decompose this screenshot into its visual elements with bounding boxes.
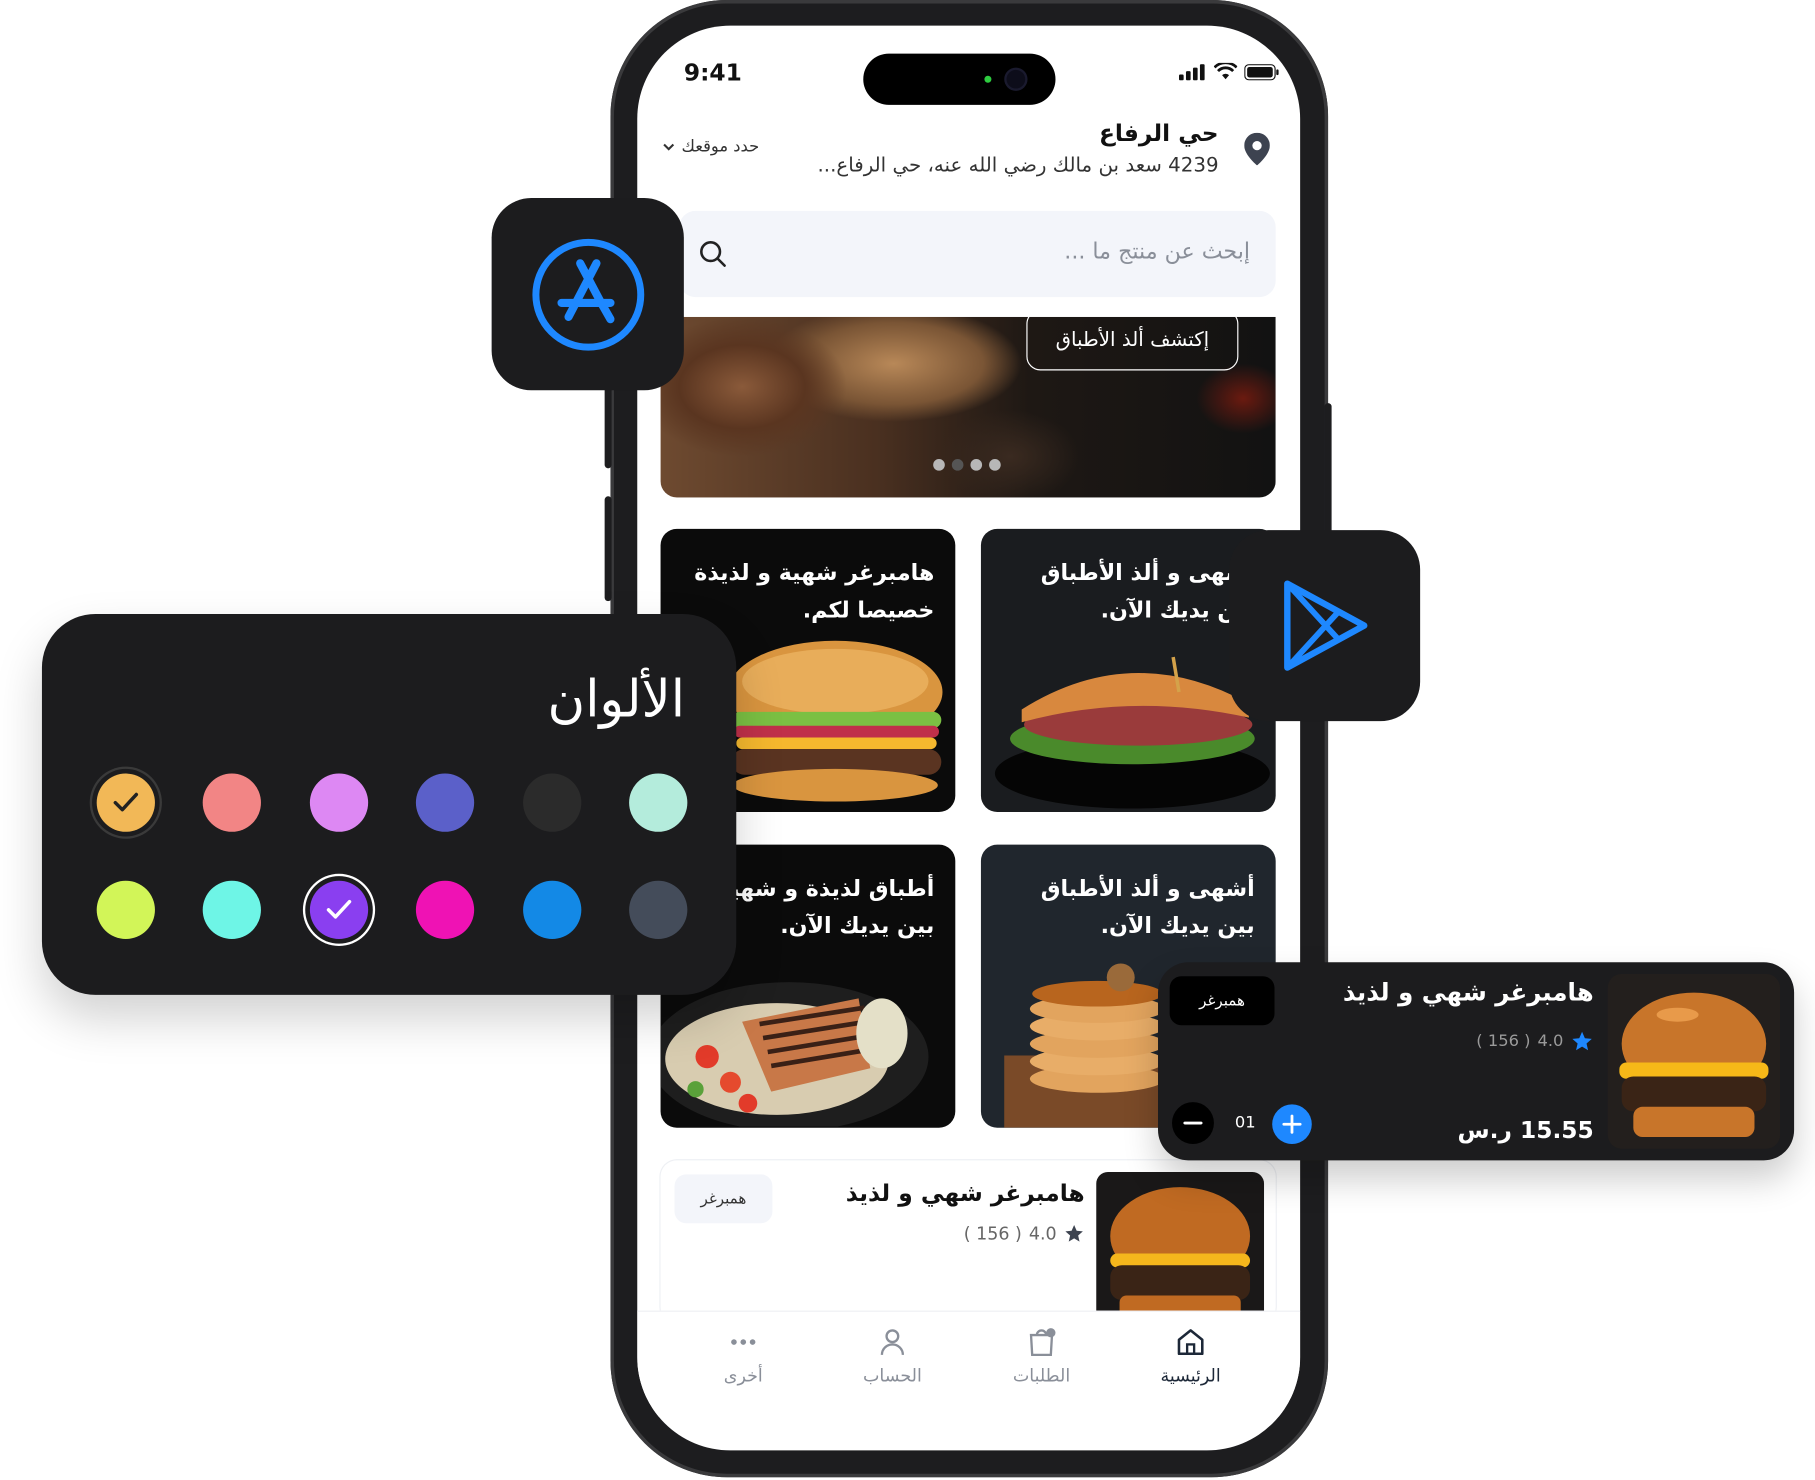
camera-indicator xyxy=(984,75,992,83)
status-icons xyxy=(1178,62,1279,81)
color-swatch[interactable] xyxy=(96,880,155,939)
colors-panel: الألوان xyxy=(41,613,737,995)
volume-down-button xyxy=(604,496,612,602)
battery-icon xyxy=(1244,64,1279,81)
color-swatch[interactable] xyxy=(202,773,261,832)
search-placeholder[interactable]: إبحث عن منتج ما ... xyxy=(1064,239,1250,265)
product-rating: ( 156 ) 4.0 xyxy=(964,1223,1085,1244)
color-swatch[interactable] xyxy=(309,880,369,939)
tab-more[interactable]: أخرى xyxy=(691,1326,796,1387)
color-swatch[interactable] xyxy=(202,880,261,939)
location-title: حي الرفاع xyxy=(1098,118,1219,147)
minus-icon xyxy=(1183,1121,1203,1125)
floating-product-tag[interactable]: همبرغر xyxy=(1169,976,1275,1026)
hero-banner[interactable]: إكتشف ألذ الأطباق xyxy=(660,316,1276,498)
burger-image xyxy=(728,640,943,802)
floating-product-rating-value: 4.0 xyxy=(1537,1032,1564,1051)
tab-label: الرئيسية xyxy=(1160,1365,1221,1387)
product-image xyxy=(1096,1171,1265,1324)
front-camera xyxy=(1006,69,1026,89)
product-name: هامبرغر شهي و لذيذ xyxy=(845,1178,1085,1207)
dynamic-island xyxy=(863,53,1056,105)
quantity-value: 01 xyxy=(1234,1113,1256,1133)
location-select[interactable]: حدد موقعك xyxy=(663,137,759,156)
increase-quantity-button[interactable] xyxy=(1272,1104,1312,1145)
carousel-dot[interactable] xyxy=(951,459,964,471)
signal-icon xyxy=(1178,64,1205,81)
product-category-tag[interactable]: همبرغر xyxy=(674,1174,773,1224)
chevron-down-icon xyxy=(663,143,675,151)
carousel-dot[interactable] xyxy=(989,459,1001,471)
phone-screen: 9:41 حي الرفاع 4239 سعد بن مالك رضي الله… xyxy=(637,25,1301,1451)
floating-product-name: هامبرغر شهي و لذيذ xyxy=(1342,978,1594,1007)
carousel-dot[interactable] xyxy=(933,459,945,471)
power-button xyxy=(1324,403,1332,543)
tab-orders[interactable]: الطلبات xyxy=(989,1326,1094,1387)
location-select-label: حدد موقعك xyxy=(681,137,760,157)
tab-account[interactable]: الحساب xyxy=(840,1326,945,1387)
app-store-icon xyxy=(532,238,645,351)
product-reviews: ( 156 ) xyxy=(963,1223,1022,1245)
tab-label: أخرى xyxy=(723,1365,763,1387)
floating-product-image xyxy=(1607,973,1781,1149)
colors-panel-title: الألوان xyxy=(547,669,686,730)
product-card[interactable]: هامبرغر شهي و لذيذ ( 156 ) 4.0 همبرغر xyxy=(660,1160,1276,1324)
color-swatch[interactable] xyxy=(523,880,582,939)
carousel-dot[interactable] xyxy=(970,459,983,471)
color-swatch[interactable] xyxy=(523,773,582,832)
tab-label: الحساب xyxy=(862,1365,922,1387)
check-icon xyxy=(326,899,352,919)
search-bar[interactable]: إبحث عن منتج ما ... xyxy=(679,210,1276,298)
product-rating-value: 4.0 xyxy=(1028,1223,1057,1245)
google-play-icon xyxy=(1284,580,1368,671)
floating-product-rating: ( 156 ) 4.0 xyxy=(1476,1030,1593,1053)
decrease-quantity-button[interactable] xyxy=(1171,1102,1214,1145)
location-address: 4239 سعد بن مالك رضي الله عنه، حي الرفاع… xyxy=(817,153,1219,178)
orders-icon xyxy=(1029,1328,1056,1357)
color-swatch[interactable] xyxy=(415,880,475,939)
search-icon[interactable] xyxy=(698,239,728,274)
promo-card-text: أشهى و ألذ الأطباق بين يديك الآن. xyxy=(1040,876,1255,939)
plus-icon xyxy=(1282,1114,1302,1134)
location-pin-icon xyxy=(1244,132,1270,170)
tab-home[interactable]: الرئيسية xyxy=(1138,1326,1243,1387)
discover-button[interactable]: إكتشف ألذ الأطباق xyxy=(1026,316,1239,371)
star-icon xyxy=(1572,1031,1592,1051)
volume-up-button xyxy=(604,384,612,469)
floating-product-price: 15.55 ر.س xyxy=(1457,1116,1594,1145)
more-icon xyxy=(731,1339,756,1345)
promo-card-text: هامبرغر شهية و لذيذة خصيصا لكم. xyxy=(694,560,935,624)
color-swatch[interactable] xyxy=(96,773,155,832)
check-icon xyxy=(113,792,139,812)
color-swatch[interactable] xyxy=(415,773,475,832)
wifi-icon xyxy=(1213,62,1238,80)
google-play-tile[interactable] xyxy=(1229,530,1421,722)
floating-product-reviews: ( 156 ) xyxy=(1476,1032,1531,1051)
carousel-dots xyxy=(933,459,1001,471)
color-swatch[interactable] xyxy=(629,880,688,939)
tab-label: الطلبات xyxy=(1012,1365,1071,1387)
promo-card-text: أشهى و ألذ الأطباق بين يديك الآن. xyxy=(1040,560,1255,624)
floating-product-card[interactable]: هامبرغر شهي و لذيذ ( 156 ) 4.0 15.55 ر.س… xyxy=(1158,962,1795,1161)
bottom-tab-bar: الرئيسية الطلبات الحساب أخرى xyxy=(637,1310,1301,1417)
status-time: 9:41 xyxy=(683,58,742,87)
color-swatch[interactable] xyxy=(309,773,369,832)
home-icon xyxy=(1177,1329,1204,1356)
color-swatch[interactable] xyxy=(629,773,688,832)
app-store-tile[interactable] xyxy=(491,198,684,391)
star-icon xyxy=(1065,1224,1083,1242)
user-icon xyxy=(880,1329,905,1356)
